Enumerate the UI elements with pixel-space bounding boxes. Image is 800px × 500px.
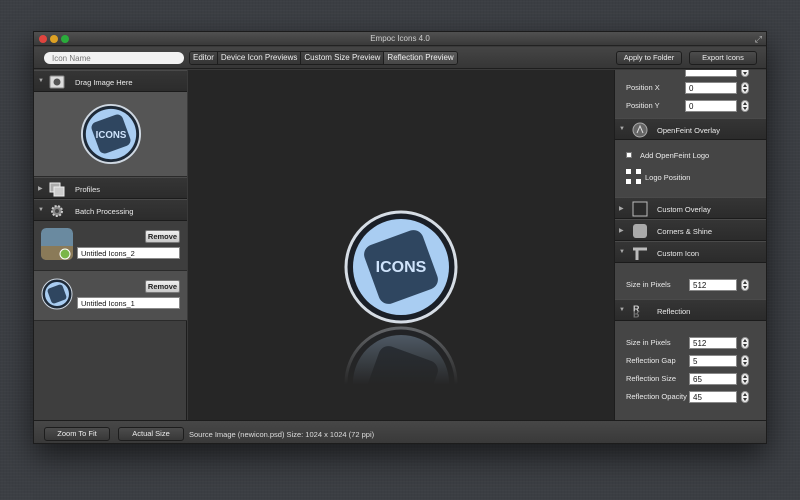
tab-device-icon-previews[interactable]: Device Icon Previews	[217, 52, 302, 64]
batch-processing-label: Batch Processing	[75, 207, 134, 216]
collapse-triangle-icon[interactable]: ▼	[38, 207, 44, 213]
app-window: Empoc Icons 4.0 ⤢ Editor Device Icon Pre…	[33, 31, 767, 444]
reflection-size-in-pixels-field[interactable]	[689, 337, 737, 349]
image-frame-icon	[49, 75, 65, 89]
add-openfeint-logo-label: Add OpenFeint Logo	[640, 151, 710, 160]
overlay-square-icon	[632, 201, 648, 217]
reflection-header[interactable]: ▼ R R Reflection	[615, 299, 766, 321]
reflection-size-field[interactable]	[689, 373, 737, 385]
profiles-icon	[49, 182, 65, 197]
add-openfeint-logo-checkbox[interactable]	[626, 152, 632, 158]
corners-shine-header[interactable]: ▶ Corners & Shine	[615, 219, 766, 241]
collapse-triangle-icon[interactable]: ▼	[38, 78, 44, 84]
reflection-opacity-stepper[interactable]	[741, 391, 749, 403]
batch-item-selected[interactable]: Remove	[34, 271, 187, 321]
custom-icon-header[interactable]: ▼ Custom Icon	[615, 241, 766, 263]
position-y-field[interactable]	[685, 100, 737, 112]
size-in-pixels-label: Size in Pixels	[626, 280, 671, 289]
tab-reflection-preview[interactable]: Reflection Preview	[384, 52, 457, 64]
icon-preview-with-reflection: ICONS	[341, 210, 461, 410]
batch-thumbnail-icon	[41, 278, 73, 310]
reflection-opacity-label: Reflection Opacity	[626, 392, 687, 401]
batch-name-field[interactable]	[77, 297, 180, 309]
reflection-opacity-field[interactable]	[689, 391, 737, 403]
drag-image-label: Drag Image Here	[75, 78, 133, 87]
collapse-triangle-icon[interactable]: ▼	[619, 126, 625, 132]
apply-to-folder-button[interactable]: Apply to Folder	[616, 51, 682, 65]
svg-text:ICONS: ICONS	[96, 130, 127, 141]
zoom-to-fit-button[interactable]: Zoom To Fit	[44, 427, 110, 441]
openfeint-icon	[632, 122, 648, 138]
font-size-stepper[interactable]	[741, 70, 749, 77]
profiles-label: Profiles	[75, 185, 101, 194]
tab-custom-size-preview[interactable]: Custom Size Preview	[301, 52, 385, 64]
close-window-button[interactable]	[39, 35, 47, 43]
drag-image-header[interactable]: ▼ Drag Image Here	[34, 70, 187, 92]
gear-icon	[51, 205, 63, 217]
size-in-pixels-field[interactable]	[689, 279, 737, 291]
actual-size-button[interactable]: Actual Size	[118, 427, 184, 441]
tab-editor[interactable]: Editor	[190, 52, 218, 64]
openfeint-overlay-header[interactable]: ▼ OpenFeint Overlay	[615, 118, 766, 140]
source-image-status: Source Image (newicon.psd) Size: 1024 x …	[189, 430, 375, 439]
minimize-window-button[interactable]	[50, 35, 58, 43]
expand-triangle-icon[interactable]: ▶	[38, 185, 43, 192]
position-x-field[interactable]	[685, 82, 737, 94]
size-in-pixels-stepper[interactable]	[741, 279, 749, 291]
batch-thumbnail-image	[41, 228, 73, 260]
reflection-icon: R R	[633, 304, 640, 319]
reflection-size-in-pixels-stepper[interactable]	[741, 337, 749, 349]
toolbar: Editor Device Icon Previews Custom Size …	[34, 47, 766, 69]
left-panel: ▼ Drag Image Here ICONS ▶ Profiles ▼ Bat…	[34, 70, 187, 420]
reflection-gap-field[interactable]	[689, 355, 737, 367]
logo-position-grid-icon[interactable]	[626, 169, 641, 184]
reflection-size-stepper[interactable]	[741, 373, 749, 385]
remove-button[interactable]: Remove	[145, 280, 180, 293]
remove-button[interactable]: Remove	[145, 230, 180, 243]
position-x-label: Position X	[626, 83, 660, 92]
collapse-triangle-icon[interactable]: ▼	[619, 249, 625, 255]
openfeint-overlay-label: OpenFeint Overlay	[657, 126, 720, 135]
canvas-icon-text: ICONS	[376, 259, 427, 276]
position-x-stepper[interactable]	[741, 82, 749, 94]
batch-name-field[interactable]	[77, 247, 180, 259]
source-icon-preview: ICONS	[80, 103, 142, 165]
zoom-window-button[interactable]	[61, 35, 69, 43]
custom-overlay-header[interactable]: ▶ Custom Overlay	[615, 197, 766, 219]
expand-triangle-icon[interactable]: ▶	[619, 227, 624, 234]
logo-position-label: Logo Position	[645, 173, 691, 182]
custom-icon-tool-icon	[633, 247, 647, 260]
svg-text:R: R	[633, 309, 640, 319]
view-tabs: Editor Device Icon Previews Custom Size …	[189, 51, 458, 65]
right-inspector-panel: Position X Position Y ▼ OpenFeint Overla…	[614, 70, 766, 420]
fullscreen-icon[interactable]: ⤢	[755, 34, 762, 44]
image-drop-zone[interactable]: ICONS	[34, 92, 187, 177]
reflection-label: Reflection	[657, 307, 691, 316]
collapse-triangle-icon[interactable]: ▼	[619, 307, 625, 313]
title-bar: Empoc Icons 4.0 ⤢	[34, 32, 766, 46]
corners-shine-label: Corners & Shine	[657, 227, 713, 236]
custom-overlay-label: Custom Overlay	[657, 205, 711, 214]
position-y-label: Position Y	[626, 101, 660, 110]
icon-name-search-input[interactable]	[44, 52, 184, 64]
batch-processing-header[interactable]: ▼ Batch Processing	[34, 199, 187, 221]
reflection-size-in-pixels-label: Size in Pixels	[626, 338, 671, 347]
preview-canvas[interactable]: ICONS	[188, 70, 614, 420]
corners-shine-icon	[633, 224, 647, 238]
font-size-field[interactable]	[685, 70, 737, 77]
reflection-gap-stepper[interactable]	[741, 355, 749, 367]
profiles-header[interactable]: ▶ Profiles	[34, 177, 187, 199]
window-title: Empoc Icons 4.0	[370, 34, 430, 43]
export-icons-button[interactable]: Export Icons	[689, 51, 757, 65]
reflection-gap-label: Reflection Gap	[626, 356, 676, 365]
batch-item[interactable]: Remove	[34, 221, 187, 271]
custom-icon-label: Custom Icon	[657, 249, 700, 258]
position-y-stepper[interactable]	[741, 100, 749, 112]
reflection-size-label: Reflection Size	[626, 374, 677, 383]
bottom-bar: Zoom To Fit Actual Size Source Image (ne…	[34, 420, 766, 443]
expand-triangle-icon[interactable]: ▶	[619, 205, 624, 212]
